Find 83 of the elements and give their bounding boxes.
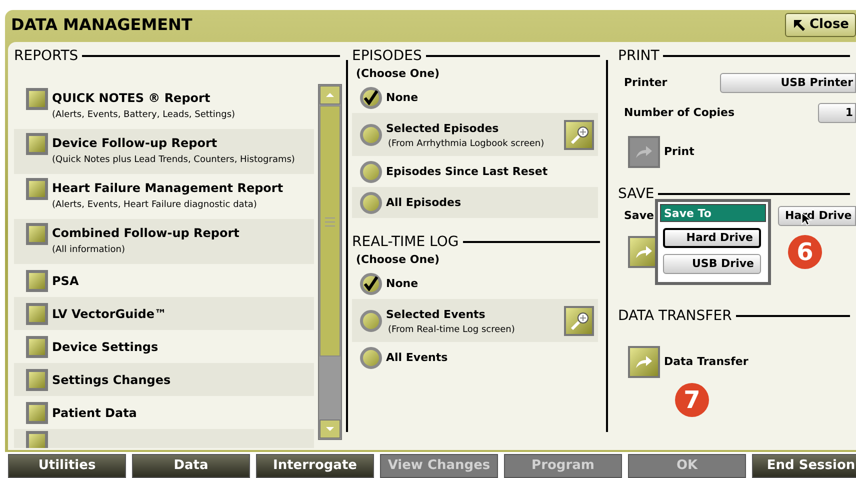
- checkbox[interactable]: [26, 336, 48, 358]
- scrollbar[interactable]: [318, 84, 342, 440]
- scroll-down-icon: [319, 419, 341, 439]
- magnifier-icon: [569, 124, 589, 144]
- option-row[interactable]: All Episodes: [352, 187, 598, 218]
- section-title: PRINT: [618, 46, 660, 66]
- radio-button[interactable]: [360, 124, 382, 146]
- option-label: Episodes Since Last Reset: [386, 164, 549, 180]
- toolbar-button[interactable]: Interrogate: [256, 454, 374, 478]
- close-button[interactable]: Close: [784, 13, 856, 37]
- radio-button[interactable]: [360, 272, 382, 294]
- hint-text: (Choose One): [355, 66, 441, 82]
- report-label: Settings Changes: [52, 372, 171, 389]
- option-description: (From Arrhythmia Logbook screen): [387, 138, 546, 150]
- report-label: Heart Failure Management Report: [52, 180, 284, 197]
- radio-button[interactable]: [360, 310, 382, 332]
- checkbox[interactable]: [26, 368, 48, 390]
- option-row[interactable]: All Events: [352, 342, 598, 373]
- report-description: (Quick Notes plus Lead Trends, Counters, Histograms): [52, 154, 295, 167]
- checkbox[interactable]: [26, 402, 48, 424]
- option-row[interactable]: Episodes Since Last Reset: [352, 156, 598, 187]
- field-label: Printer: [624, 74, 668, 91]
- radio-button[interactable]: [360, 86, 382, 108]
- section-title: DATA TRANSFER: [618, 306, 732, 326]
- field-label: Number of Copies: [624, 104, 736, 121]
- save-option[interactable]: USB Drive: [663, 254, 761, 274]
- check-icon: [363, 90, 379, 105]
- report-label: LV VectorGuide™: [52, 306, 166, 322]
- report-description: (Alerts, Events, Battery, Leads, Settings): [52, 109, 236, 122]
- radio-button[interactable]: [360, 160, 382, 182]
- save-option[interactable]: Hard Drive: [663, 228, 761, 248]
- checkbox[interactable]: [26, 270, 48, 292]
- option-row[interactable]: Selected Events (From Real-time Log screen): [352, 299, 598, 342]
- option-row[interactable]: None: [352, 268, 598, 299]
- button-label: Print: [664, 144, 694, 160]
- toolbar-button[interactable]: Data: [132, 454, 250, 478]
- callout-number: 7: [675, 383, 709, 417]
- checkbox[interactable]: [26, 302, 48, 324]
- option-label: All Episodes: [386, 194, 462, 210]
- button-label: Data Transfer: [664, 354, 748, 370]
- magnifier-icon: [569, 310, 589, 330]
- report-label: Combined Follow-up Report: [52, 225, 240, 242]
- popup-title: Save To: [660, 204, 766, 222]
- report-description: (Alerts, Events, Heart Failure diagnostic data): [52, 199, 258, 212]
- check-icon: [363, 276, 379, 291]
- data-transfer-button[interactable]: [628, 346, 660, 378]
- section-title: EPISODES: [352, 46, 422, 66]
- radio-button[interactable]: [360, 192, 382, 214]
- report-label: Device Settings: [52, 338, 158, 356]
- section-title: REPORTS: [14, 46, 78, 66]
- section-title: REAL-TIME LOG: [352, 232, 459, 252]
- printer-dropdown[interactable]: USB Printer: [720, 73, 856, 93]
- report-label: PSA: [52, 272, 79, 290]
- option-label: All Events: [386, 350, 449, 366]
- cursor-arrow-icon: [792, 18, 806, 32]
- report-label: Patient Data: [52, 404, 137, 422]
- checkbox[interactable]: [26, 88, 48, 110]
- option-label: Selected Events: [386, 306, 486, 322]
- report-label: QUICK NOTES ® Report: [52, 90, 212, 107]
- toolbar-button[interactable]: Utilities: [8, 454, 126, 478]
- scroll-thumb-icon: [319, 85, 341, 357]
- checkbox[interactable]: [26, 431, 48, 448]
- copies-field[interactable]: 1: [818, 103, 856, 123]
- radio-button[interactable]: [360, 346, 382, 368]
- checkbox[interactable]: [26, 133, 48, 155]
- toolbar-button[interactable]: End Session: [752, 454, 856, 478]
- option-row[interactable]: Selected Episodes (From Arrhythmia Logbook screen): [352, 113, 598, 156]
- callout-number: 6: [788, 235, 822, 269]
- report-label: Device Follow-up Report: [52, 135, 218, 152]
- zoom-button[interactable]: [564, 120, 594, 150]
- report-description: (All information): [52, 244, 126, 257]
- option-row[interactable]: None: [352, 82, 598, 113]
- field-label: Save: [624, 208, 654, 224]
- option-label: None: [386, 276, 420, 292]
- option-label: None: [386, 90, 420, 106]
- option-description: (From Real-time Log screen): [387, 324, 516, 336]
- window-title: DATA MANAGEMENT: [11, 14, 192, 36]
- option-label: Selected Episodes: [386, 120, 500, 136]
- zoom-button[interactable]: [564, 306, 594, 336]
- hint-text: (Choose One): [355, 252, 441, 268]
- section-title: SAVE: [618, 184, 654, 204]
- checkbox[interactable]: [26, 223, 48, 245]
- checkbox[interactable]: [26, 178, 48, 200]
